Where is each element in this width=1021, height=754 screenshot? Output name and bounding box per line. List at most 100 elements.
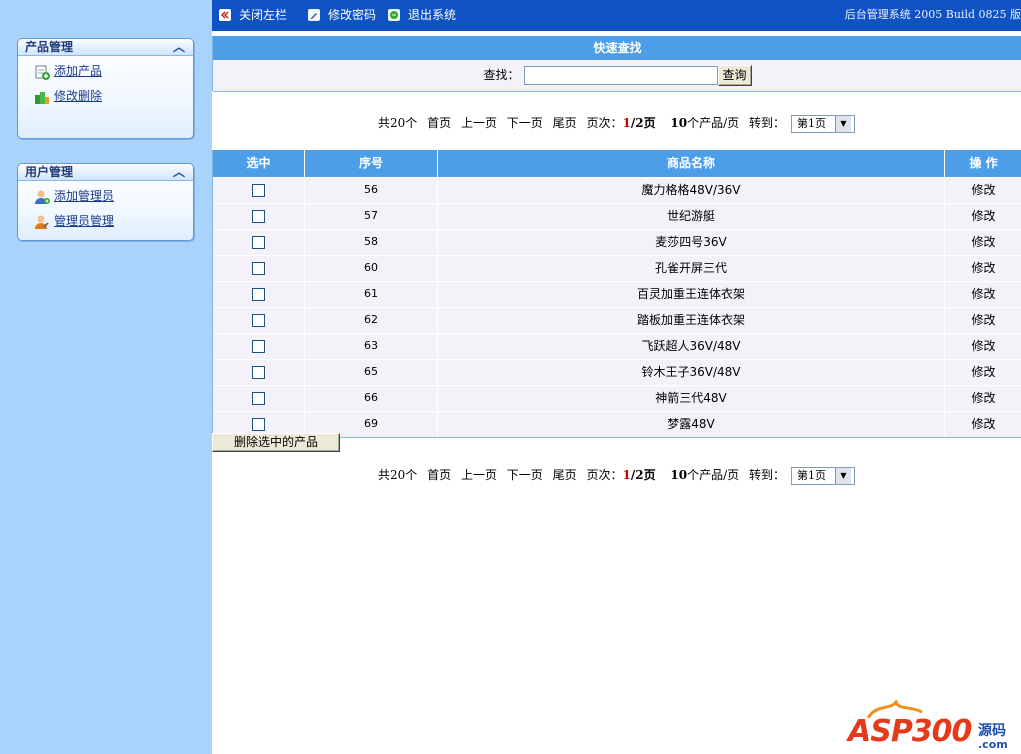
pager-prev[interactable]: 上一页 <box>461 116 497 130</box>
logo-suffix: 源码 <box>978 723 1006 739</box>
change-password-button[interactable]: 修改密码 <box>308 7 376 23</box>
row-checkbox[interactable] <box>252 210 265 223</box>
search-input[interactable] <box>523 66 718 85</box>
row-product-name: 麦莎四号36V <box>438 230 945 255</box>
pager-next[interactable]: 下一页 <box>507 116 543 130</box>
row-product-name: 踏板加重王连体衣架 <box>438 308 945 333</box>
chevron-up-icon[interactable]: ︿ <box>172 40 186 54</box>
sidebar-item-admin-manage[interactable]: 管理员管理 <box>18 209 193 234</box>
row-checkbox[interactable] <box>252 366 265 379</box>
sidebar-item-add-admin[interactable]: 添加管理员 <box>18 184 193 209</box>
pager-total-pages: /2页 <box>630 468 656 482</box>
row-edit-link[interactable]: 修改 <box>945 360 1021 385</box>
row-product-name: 世纪游艇 <box>438 204 945 229</box>
row-checkbox[interactable] <box>252 184 265 197</box>
row-product-name: 魔力格格48V/36V <box>438 178 945 203</box>
row-checkbox[interactable] <box>252 392 265 405</box>
row-id: 62 <box>305 308 438 333</box>
version-text: 后台管理系统 2005 Build 0825 版 <box>844 8 1021 21</box>
sidebar-item-label[interactable]: 修改删除 <box>54 89 102 103</box>
header-name: 商品名称 <box>438 150 945 177</box>
search-button[interactable]: 查询 <box>717 65 752 86</box>
pager-last[interactable]: 尾页 <box>553 468 577 482</box>
row-select-cell <box>213 256 305 281</box>
sidebar-item-label[interactable]: 管理员管理 <box>54 214 114 228</box>
dropdown-arrow-icon[interactable]: ▼ <box>835 115 851 132</box>
panel-header[interactable]: 产品管理 ︿ <box>18 39 193 56</box>
row-edit-link[interactable]: 修改 <box>945 178 1021 203</box>
row-id: 57 <box>305 204 438 229</box>
row-product-name: 飞跃超人36V/48V <box>438 334 945 359</box>
logout-label: 退出系统 <box>408 8 457 22</box>
row-product-name: 铃木王子36V/48V <box>438 360 945 385</box>
pager-prev[interactable]: 上一页 <box>461 468 497 482</box>
change-password-label: 修改密码 <box>328 8 377 22</box>
exit-icon <box>388 9 400 21</box>
row-id: 61 <box>305 282 438 307</box>
pager-page-label: 页次： <box>586 116 623 130</box>
row-product-name: 百灵加重王连体衣架 <box>438 282 945 307</box>
pager-current: 1 <box>622 468 631 482</box>
row-select-cell <box>213 308 305 333</box>
row-checkbox[interactable] <box>252 236 265 249</box>
add-product-icon <box>35 65 50 80</box>
panel-title: 用户管理 <box>25 165 74 179</box>
row-id: 65 <box>305 360 438 385</box>
sidebar: 产品管理 ︿ 添加产品 修改删除 用户管理 ︿ 添加管理员 管理员管理 <box>0 0 212 754</box>
pager-current: 1 <box>622 116 631 130</box>
close-left-button[interactable]: 关闭左栏 <box>219 7 287 23</box>
row-select-cell <box>213 360 305 385</box>
table-row: 66 神箭三代48V 修改 <box>213 385 1021 411</box>
chevron-up-icon[interactable]: ︿ <box>172 165 186 179</box>
row-edit-link[interactable]: 修改 <box>945 308 1021 333</box>
delete-selected-button[interactable]: 删除选中的产品 <box>212 433 340 452</box>
sidebar-item-label[interactable]: 添加产品 <box>54 64 102 78</box>
row-checkbox[interactable] <box>252 314 265 327</box>
pager-last[interactable]: 尾页 <box>553 116 577 130</box>
row-product-name: 孔雀开屏三代 <box>438 256 945 281</box>
row-edit-link[interactable]: 修改 <box>945 386 1021 411</box>
row-checkbox[interactable] <box>252 288 265 301</box>
pager-next[interactable]: 下一页 <box>507 468 543 482</box>
pager-per-page-text: 个产品/页 <box>687 468 740 482</box>
pager-total: 共20个 <box>377 116 418 130</box>
pager-top: 共20个 首页 上一页 下一页 尾页 页次：1/2页 10个产品/页 转到： 第1… <box>212 114 1021 133</box>
pager-total-pages: /2页 <box>630 116 656 130</box>
edit-delete-icon <box>35 91 49 104</box>
row-edit-link[interactable]: 修改 <box>945 282 1021 307</box>
row-product-name: 神箭三代48V <box>438 386 945 411</box>
row-checkbox[interactable] <box>252 418 265 431</box>
row-edit-link[interactable]: 修改 <box>945 230 1021 255</box>
pager-goto-label: 转到： <box>748 468 785 482</box>
row-checkbox[interactable] <box>252 262 265 275</box>
dropdown-arrow-icon[interactable]: ▼ <box>835 467 851 484</box>
row-select-cell <box>213 230 305 255</box>
row-select-cell <box>213 334 305 359</box>
row-checkbox[interactable] <box>252 340 265 353</box>
pager-goto-select[interactable]: 第1页 ▼ <box>791 466 855 485</box>
sidebar-item-add-product[interactable]: 添加产品 <box>18 59 193 84</box>
pencil-icon <box>308 9 320 21</box>
row-edit-link[interactable]: 修改 <box>945 256 1021 281</box>
pager-first[interactable]: 首页 <box>427 468 451 482</box>
header-action: 操 作 <box>969 156 998 170</box>
pager-per-page-num: 10 <box>670 116 688 130</box>
row-edit-link[interactable]: 修改 <box>945 412 1021 437</box>
user-management-panel: 用户管理 ︿ 添加管理员 管理员管理 <box>17 163 194 241</box>
row-id: 58 <box>305 230 438 255</box>
pager-goto-select[interactable]: 第1页 ▼ <box>791 114 855 133</box>
pager-goto-label: 转到： <box>748 116 785 130</box>
pager-goto-value: 第1页 <box>797 116 826 130</box>
sidebar-item-edit-delete[interactable]: 修改删除 <box>18 84 193 109</box>
row-edit-link[interactable]: 修改 <box>945 334 1021 359</box>
panel-title: 产品管理 <box>25 40 74 54</box>
table-row: 65 铃木王子36V/48V 修改 <box>213 359 1021 385</box>
row-edit-link[interactable]: 修改 <box>945 204 1021 229</box>
sidebar-item-label[interactable]: 添加管理员 <box>54 189 114 203</box>
product-management-panel: 产品管理 ︿ 添加产品 修改删除 <box>17 38 194 139</box>
logout-button[interactable]: 退出系统 <box>388 7 456 23</box>
panel-header[interactable]: 用户管理 ︿ <box>18 164 193 181</box>
header-id: 序号 <box>305 150 438 177</box>
table-row: 63 飞跃超人36V/48V 修改 <box>213 333 1021 359</box>
pager-first[interactable]: 首页 <box>427 116 451 130</box>
